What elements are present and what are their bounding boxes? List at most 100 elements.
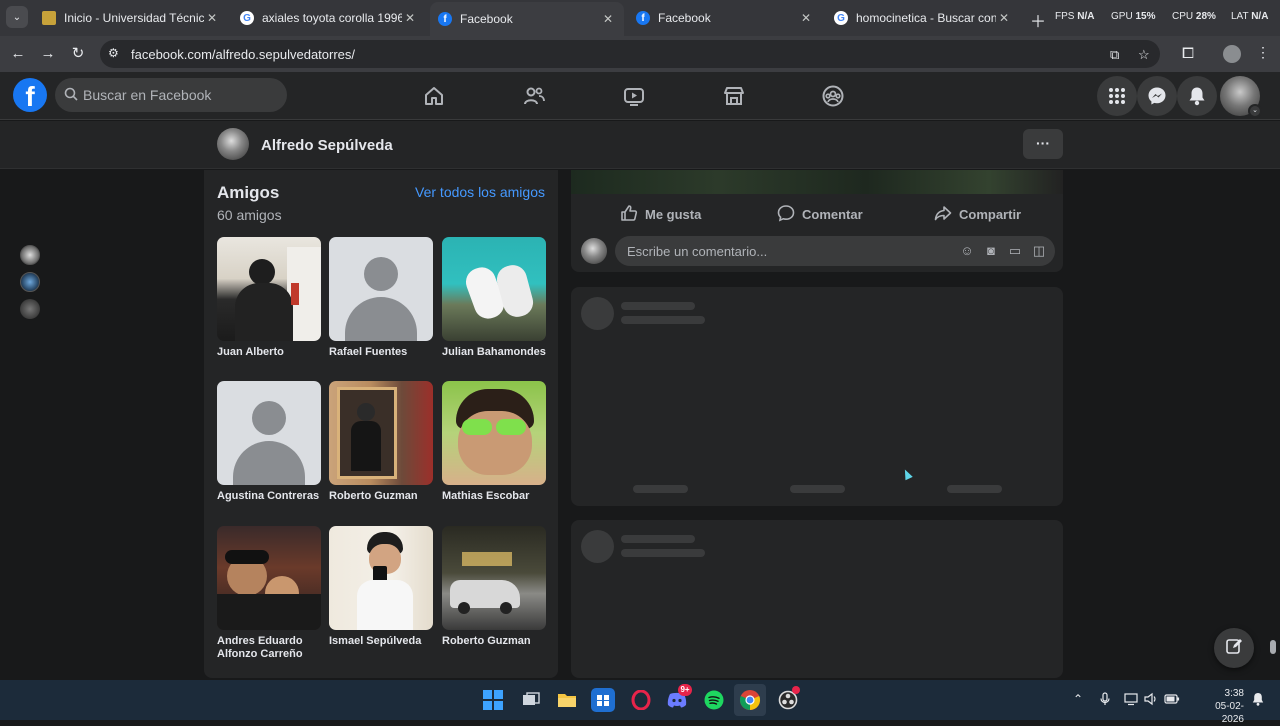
bookmark-star-icon[interactable]: ☆ [1138,47,1150,63]
camera-icon[interactable]: ◙ [983,243,999,258]
account-avatar[interactable]: ⌄ [1220,76,1262,118]
browser-tab[interactable]: G homocinetica - Buscar con Goo ✕ [826,4,1020,32]
facebook-search[interactable] [55,78,287,112]
friend-tile[interactable]: Mathias Escobar [442,381,546,503]
back-icon[interactable]: ← [8,44,28,64]
friend-photo[interactable] [442,526,546,630]
chat-contact-avatar[interactable] [20,245,40,265]
friend-tile[interactable]: Roberto Guzman [329,381,433,503]
messenger-icon[interactable] [1137,76,1177,116]
friend-tile[interactable]: Rafael Fuentes [329,237,433,359]
menu-grid-icon[interactable] [1097,76,1137,116]
browser-menu-icon[interactable]: ⋮ [1256,44,1270,61]
like-button[interactable]: Me gusta [620,204,701,224]
see-all-friends-link[interactable]: Ver todos los amigos [415,184,545,200]
chat-contact-avatar[interactable] [20,272,40,292]
tab-close-icon[interactable]: ✕ [204,11,220,25]
discord-icon[interactable]: 9+ [665,684,692,712]
friend-name[interactable]: Juan Alberto [217,346,321,359]
tab-search-button[interactable]: ⌄ [6,6,28,28]
new-tab-button[interactable]: ＋ [1030,8,1046,32]
system-clock[interactable]: 3:38 05-02-2026 [1206,687,1244,726]
video-icon[interactable] [622,84,646,108]
extensions-icon[interactable]: ⧠ [1178,44,1198,64]
friend-photo[interactable] [329,381,433,485]
browser-profile-avatar[interactable] [1223,45,1241,63]
friend-name[interactable]: Andres Eduardo Alfonzo Carreño [217,635,321,661]
friend-photo[interactable] [217,526,321,630]
opera-icon[interactable] [629,688,653,712]
friend-tile[interactable]: Ismael Sepúlveda [329,526,433,648]
comment-input[interactable] [627,236,947,266]
comment-button[interactable]: Comentar [777,204,863,224]
sticker-icon[interactable]: ◫ [1031,243,1047,259]
groups-icon[interactable] [821,84,845,108]
browser-tab[interactable]: G axiales toyota corolla 1996 - Bu ✕ [232,4,426,32]
tab-close-icon[interactable]: ✕ [996,11,1012,25]
friend-tile[interactable]: Andres Eduardo Alfonzo Carreño [217,526,321,661]
emoji-icon[interactable]: ☺ [959,243,975,258]
friend-tile[interactable]: Julian Bahamondes [442,237,546,359]
default-avatar-icon[interactable] [217,381,321,485]
friend-photo[interactable] [329,526,433,630]
friend-photo[interactable] [217,237,321,341]
friends-icon[interactable] [522,84,546,108]
notifications-bell-icon[interactable] [1177,76,1217,116]
network-icon[interactable] [1124,692,1138,709]
friend-photo[interactable] [442,237,546,341]
friend-name[interactable]: Mathias Escobar [442,490,546,503]
volume-icon[interactable] [1144,692,1158,709]
microphone-icon[interactable] [1099,692,1111,709]
profile-avatar[interactable] [217,128,249,160]
home-icon[interactable] [422,84,446,108]
friend-name[interactable]: Agustina Contreras [217,490,321,503]
windows-start-icon[interactable] [481,688,505,712]
forward-icon[interactable]: → [38,44,58,64]
tab-close-icon[interactable]: ✕ [600,12,616,26]
friend-name[interactable]: Ismael Sepúlveda [329,635,433,648]
chat-contact-avatar[interactable] [20,299,40,319]
friend-name[interactable]: Roberto Guzman [329,490,433,503]
tab-close-icon[interactable]: ✕ [798,11,814,25]
notification-center-icon[interactable] [1251,692,1265,709]
facebook-logo[interactable]: f [13,78,47,112]
install-app-icon[interactable]: ⧉ [1110,47,1119,63]
new-message-button[interactable] [1214,628,1254,668]
address-bar[interactable]: ⚙ facebook.com/alfredo.sepulvedatorres/ … [100,40,1160,68]
spotify-icon[interactable] [702,688,726,712]
browser-tab[interactable]: f Facebook ✕ [628,4,822,32]
skeleton-line [621,316,705,324]
url-text[interactable]: facebook.com/alfredo.sepulvedatorres/ [131,47,355,62]
marketplace-icon[interactable] [722,84,746,108]
friend-name[interactable]: Julian Bahamondes [442,346,546,359]
obs-icon[interactable] [776,686,800,712]
friend-photo[interactable] [442,381,546,485]
gif-icon[interactable]: ▭ [1007,243,1023,259]
friend-tile[interactable]: Roberto Guzman [442,526,546,648]
share-button[interactable]: Compartir [934,204,1021,224]
chrome-taskbar-icon[interactable] [734,684,766,716]
friend-tile[interactable]: Juan Alberto [217,237,321,359]
task-view-icon[interactable] [519,688,543,712]
reload-icon[interactable]: ↻ [68,44,88,64]
profile-name[interactable]: Alfredo Sepúlveda [261,137,393,154]
tray-overflow-chevron-icon[interactable]: ⌃ [1073,692,1083,706]
friend-name[interactable]: Rafael Fuentes [329,346,433,359]
more-options-button[interactable]: ··· [1023,129,1063,159]
page-scrollbar[interactable] [1270,640,1276,654]
default-avatar-icon[interactable] [329,237,433,341]
comment-box[interactable]: ☺ ◙ ▭ ◫ [615,236,1055,266]
tab-close-icon[interactable]: ✕ [402,11,418,25]
browser-tab-active[interactable]: f Facebook ✕ [430,2,624,36]
post-image[interactable] [571,170,1063,194]
friend-tile[interactable]: Agustina Contreras [217,381,321,503]
battery-icon[interactable] [1164,692,1180,709]
site-info-icon[interactable]: ⚙ [108,46,119,60]
commenter-avatar[interactable] [581,238,607,264]
friend-name[interactable]: Roberto Guzman [442,635,546,648]
search-input[interactable] [83,78,278,112]
microsoft-store-icon[interactable] [591,688,615,712]
loading-post-placeholder [571,287,1063,506]
file-explorer-icon[interactable] [555,688,579,712]
browser-tab[interactable]: Inicio - Universidad Técnica Fed ✕ [34,4,228,32]
